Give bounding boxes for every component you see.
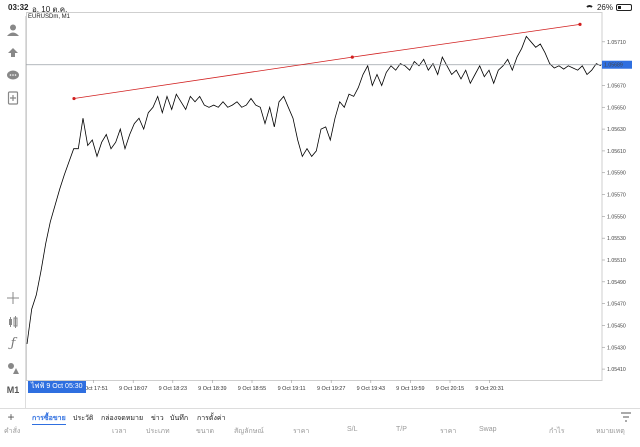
column-current-price: ราคา [440, 428, 457, 435]
crosshair-icon[interactable] [5, 290, 21, 306]
price-series-line [26, 35, 602, 345]
price-tick-label: 1.05650 [607, 105, 626, 111]
time-tick-label: 9 Oct 18:39 [198, 386, 226, 392]
columns-header: คำสั่ง เวลา ประเภท ขนาด สัญลักษณ์ ราคา S… [0, 424, 640, 438]
column-time: เวลา [112, 428, 127, 435]
chart-area[interactable]: 1.057101.056901.056701.056501.056301.056… [26, 12, 640, 408]
tab-news[interactable]: ข่าว [151, 413, 164, 424]
trade-icon[interactable] [5, 44, 21, 60]
current-price-label: 1.05689 [604, 63, 623, 69]
battery-icon [616, 4, 632, 11]
tab-history[interactable]: ประวัติ [73, 413, 93, 424]
bottom-tabs: + การซื้อขาย ประวัติ กล่องจดหมาย ข่าว บั… [0, 408, 640, 425]
price-tick-label: 1.05450 [607, 323, 626, 329]
add-icon[interactable]: + [4, 410, 18, 424]
time-tick-label: 9 Oct 18:07 [119, 386, 147, 392]
indicators-icon[interactable]: ƒ [5, 336, 21, 352]
chart-title: EURUSDm, M1 [28, 14, 71, 20]
column-price: ราคา [293, 428, 310, 435]
column-comment: หมายเหตุ [596, 428, 625, 435]
tab-mailbox[interactable]: กล่องจดหมาย [101, 413, 143, 424]
crosshair-time-label: ไฟฟ้ 9 Oct 05:30 [28, 381, 86, 393]
time-tick-label: 9 Oct 18:55 [238, 386, 266, 392]
tab-journal[interactable]: บันทึก [170, 413, 188, 424]
price-tick-label: 1.05570 [607, 193, 626, 199]
price-tick-label: 1.05630 [607, 127, 626, 133]
plot-frame [26, 12, 603, 381]
time-tick-label: 9 Oct 19:11 [278, 386, 306, 392]
chat-icon[interactable] [5, 68, 21, 84]
column-profit: กำไร [549, 428, 565, 435]
price-tick-label: 1.05430 [607, 345, 626, 351]
column-sl: S/L [347, 426, 358, 433]
column-type: ประเภท [146, 428, 170, 435]
trendline-anchor [578, 22, 582, 26]
time-tick-label: 9 Oct 19:27 [317, 386, 345, 392]
price-tick-label: 1.05410 [607, 367, 626, 373]
column-symbol: สัญลักษณ์ [234, 428, 264, 435]
price-tick-label: 1.05490 [607, 280, 626, 286]
objects-icon[interactable] [5, 360, 21, 376]
timeframe-button[interactable]: M1 [5, 382, 21, 398]
price-tick-label: 1.05550 [607, 214, 626, 220]
trendline-anchor [350, 55, 354, 59]
battery-percent: 26% [596, 3, 613, 12]
price-tick-label: 1.05510 [607, 258, 626, 264]
price-tick-label: 1.05590 [607, 171, 626, 177]
time-tick-label: 9 Oct 19:59 [396, 386, 424, 392]
filter-icon[interactable] [620, 411, 632, 423]
new-order-icon[interactable] [5, 90, 21, 106]
price-tick-label: 1.05530 [607, 236, 626, 242]
status-time: 03:32 [8, 3, 29, 12]
price-tick-label: 1.05610 [607, 149, 626, 155]
account-icon[interactable] [5, 22, 21, 38]
tab-settings[interactable]: การตั้งค่า [197, 413, 226, 424]
time-tick-label: 9 Oct 19:43 [357, 386, 385, 392]
time-tick-label: 9 Oct 20:15 [436, 386, 464, 392]
price-tick-label: 1.05710 [607, 40, 626, 46]
column-swap: Swap [479, 426, 497, 433]
price-tick-label: 1.05670 [607, 83, 626, 89]
chart-type-icon[interactable] [5, 314, 21, 330]
column-volume: ขนาด [196, 428, 215, 435]
column-tp: T/P [396, 426, 407, 433]
time-tick-label: 9 Oct 20:31 [475, 386, 503, 392]
time-tick-label: 9 Oct 18:23 [159, 386, 187, 392]
left-toolbar: ƒ M1 [0, 16, 26, 408]
price-tick-label: 1.05470 [607, 302, 626, 308]
price-chart[interactable]: 1.057101.056901.056701.056501.056301.056… [26, 12, 640, 408]
trendline [73, 24, 581, 99]
wifi-icon [584, 4, 594, 11]
trendline-anchor [72, 96, 76, 101]
column-order: คำสั่ง [4, 428, 21, 435]
status-indicators: 26% [584, 3, 632, 12]
